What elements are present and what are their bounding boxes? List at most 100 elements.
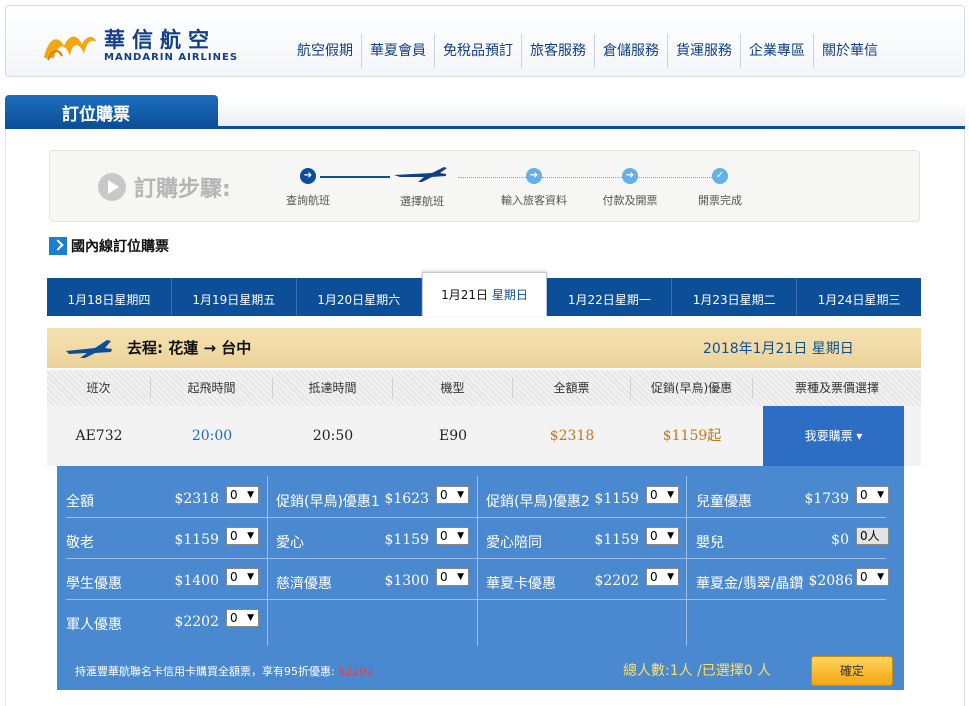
date-tabs: 1月18日星期四 1月19日星期五 1月20日星期六 1月21日 星期日 1月2… (47, 272, 921, 316)
site-header: 華信航空 MANDARIN AIRLINES 航空假期 華夏會員 免稅品預訂 旅… (5, 5, 965, 77)
date-tab[interactable]: 1月24日星期三 (797, 278, 921, 316)
quantity-select[interactable]: 0 (226, 568, 259, 586)
section-header: 訂位購票 (5, 95, 965, 129)
check-icon: ✓ (712, 168, 728, 184)
fare-option: 慈濟優惠 $1300 0 (267, 558, 477, 599)
quantity-field[interactable]: 0人 (856, 527, 889, 545)
brand-name-en: MANDARIN AIRLINES (104, 52, 239, 63)
fare-option: 華夏卡優惠 $2202 0 (477, 558, 687, 599)
date-tab[interactable]: 1月20日星期六 (297, 278, 422, 316)
step-payment: ➔ 付款及開票 (590, 168, 670, 208)
route-date: 2018年1月21日 星期日 (703, 341, 854, 357)
step-complete: ✓ 開票完成 (680, 168, 760, 208)
date-tab[interactable]: 1月23日星期二 (672, 278, 798, 316)
step-label: 選擇航班 (400, 195, 444, 208)
buy-ticket-button[interactable]: 我要購票 ▾ (763, 406, 904, 468)
nav-item-membership[interactable]: 華夏會員 (361, 34, 434, 68)
chevron-right-icon (49, 237, 67, 255)
nav-item-holidays[interactable]: 航空假期 (289, 34, 361, 68)
passenger-count: 總人數:1人 /已選擇0 人 (623, 663, 772, 679)
nav-item-about[interactable]: 關於華信 (813, 34, 886, 68)
promo-fare: $1159起 (662, 428, 722, 444)
step-search: ➔ 查詢航班 (268, 168, 348, 208)
arrow-right-icon: ➔ (300, 168, 316, 184)
fare-option: 兒童優惠 $1739 0 (687, 476, 897, 517)
full-fare: $2318 (549, 428, 595, 444)
fare-option: 促銷(早鳥)優惠1 $1623 0 (267, 476, 477, 517)
play-icon (98, 173, 126, 201)
fare-option: 愛心 $1159 0 (267, 517, 477, 558)
logo-mark-icon (44, 36, 96, 61)
fare-selection-panel: 全額$23180 促銷(早鳥)優惠1$16230 促銷(早鳥)優惠2$11590… (57, 466, 904, 690)
route-label: 去程: 花蓮 → 台中 (127, 339, 252, 357)
quantity-select[interactable]: 0 (226, 486, 259, 504)
quantity-select[interactable]: 0 (646, 527, 679, 545)
quantity-select[interactable]: 0 (646, 568, 679, 586)
arrive-time: 20:50 (312, 428, 354, 444)
step-label: 開票完成 (698, 194, 742, 207)
fare-option: 全額 $2318 0 (57, 476, 267, 517)
quantity-select[interactable]: 0 (856, 568, 889, 586)
date-tab[interactable]: 1月18日星期四 (47, 278, 172, 316)
column-header: 起飛時間 (151, 378, 273, 398)
quantity-select[interactable]: 0 (856, 486, 889, 504)
promo-note: 持滙豐華航聯名卡信用卡購買全額票，享有95折優惠: $2202 (75, 665, 374, 678)
fare-row: 敬老$11590 愛心$11590 愛心陪同$11590 嬰兒$00人 (57, 517, 904, 558)
step-label: 輸入旅客資料 (501, 194, 567, 207)
column-header: 促銷(早鳥)優惠 (631, 378, 753, 398)
nav-item-dutyfree[interactable]: 免稅品預訂 (434, 34, 521, 68)
plane-icon (394, 167, 447, 182)
fare-option: 嬰兒 $0 0人 (687, 517, 897, 558)
quantity-select[interactable]: 0 (436, 527, 469, 545)
confirm-button[interactable]: 確定 (811, 656, 893, 686)
brand-logo[interactable]: 華信航空 MANDARIN AIRLINES (42, 24, 242, 68)
nav-item-cargo[interactable]: 貨運服務 (667, 34, 740, 68)
fare-option: 學生優惠 $1400 0 (57, 558, 267, 599)
aircraft-type: E90 (438, 428, 468, 444)
depart-time: 20:00 (191, 428, 233, 444)
step-select: 選擇航班 (382, 193, 462, 209)
column-header: 班次 (47, 378, 151, 398)
column-header: 抵達時間 (273, 378, 393, 398)
step-label: 查詢航班 (286, 194, 330, 207)
nav-item-passenger-service[interactable]: 旅客服務 (521, 34, 594, 68)
fare-option: 愛心陪同 $1159 0 (477, 517, 687, 558)
main-nav: 航空假期 華夏會員 免稅品預訂 旅客服務 倉儲服務 貨運服務 企業專區 關於華信 (289, 34, 886, 68)
subheading: 國內線訂位購票 (49, 236, 169, 256)
airplane-icon (66, 340, 112, 358)
date-tab[interactable]: 1月22日星期一 (547, 278, 673, 316)
fare-option: 華夏金/翡翠/晶鑽 $2086 0 (687, 558, 897, 599)
column-header: 機型 (393, 378, 513, 398)
section-title: 訂位購票 (5, 95, 218, 128)
flight-table-header: 班次 起飛時間 抵達時間 機型 全額票 促銷(早鳥)優惠 票種及票價選擇 (47, 370, 921, 406)
booking-steps: 訂購步驟: ➔ 查詢航班 選擇航班 ➔ 輸入旅客資料 ➔ 付款及開票 ✓ 開票完… (49, 150, 920, 222)
quantity-select[interactable]: 0 (226, 527, 259, 545)
arrow-right-icon: ➔ (622, 168, 638, 184)
fare-option: 軍人優惠 $2202 0 (57, 599, 267, 640)
step-label: 付款及開票 (602, 194, 658, 207)
nav-item-corporate[interactable]: 企業專區 (740, 34, 813, 68)
date-tab-active[interactable]: 1月21日 星期日 (421, 272, 548, 316)
flight-number: AE732 (75, 428, 123, 444)
fare-option: 促銷(早鳥)優惠2 $1159 0 (477, 476, 687, 517)
fare-option: 敬老 $1159 0 (57, 517, 267, 558)
steps-title: 訂購步驟: (98, 171, 231, 203)
route-bar: 去程: 花蓮 → 台中 2018年1月21日 星期日 (47, 328, 921, 368)
quantity-select[interactable]: 0 (436, 568, 469, 586)
steps-title-text: 訂購步驟: (134, 177, 231, 202)
promo-amount: $2202 (338, 665, 374, 678)
column-header: 票種及票價選擇 (794, 381, 879, 395)
quantity-select[interactable]: 0 (646, 486, 679, 504)
step-passenger: ➔ 輸入旅客資料 (494, 168, 574, 208)
date-tab[interactable]: 1月19日星期五 (172, 278, 297, 316)
fare-row: 軍人優惠 $2202 0 (57, 599, 904, 640)
arrow-right-icon: ➔ (526, 168, 542, 184)
subheading-text: 國內線訂位購票 (71, 239, 169, 255)
fare-row: 全額$23180 促銷(早鳥)優惠1$16230 促銷(早鳥)優惠2$11590… (57, 476, 904, 517)
column-header: 全額票 (513, 378, 631, 398)
nav-item-warehouse[interactable]: 倉儲服務 (594, 34, 667, 68)
brand-name-cn: 華信航空 (104, 27, 216, 52)
quantity-select[interactable]: 0 (436, 486, 469, 504)
fare-row: 學生優惠$14000 慈濟優惠$13000 華夏卡優惠$22020 華夏金/翡翠… (57, 558, 904, 599)
quantity-select[interactable]: 0 (226, 609, 259, 627)
